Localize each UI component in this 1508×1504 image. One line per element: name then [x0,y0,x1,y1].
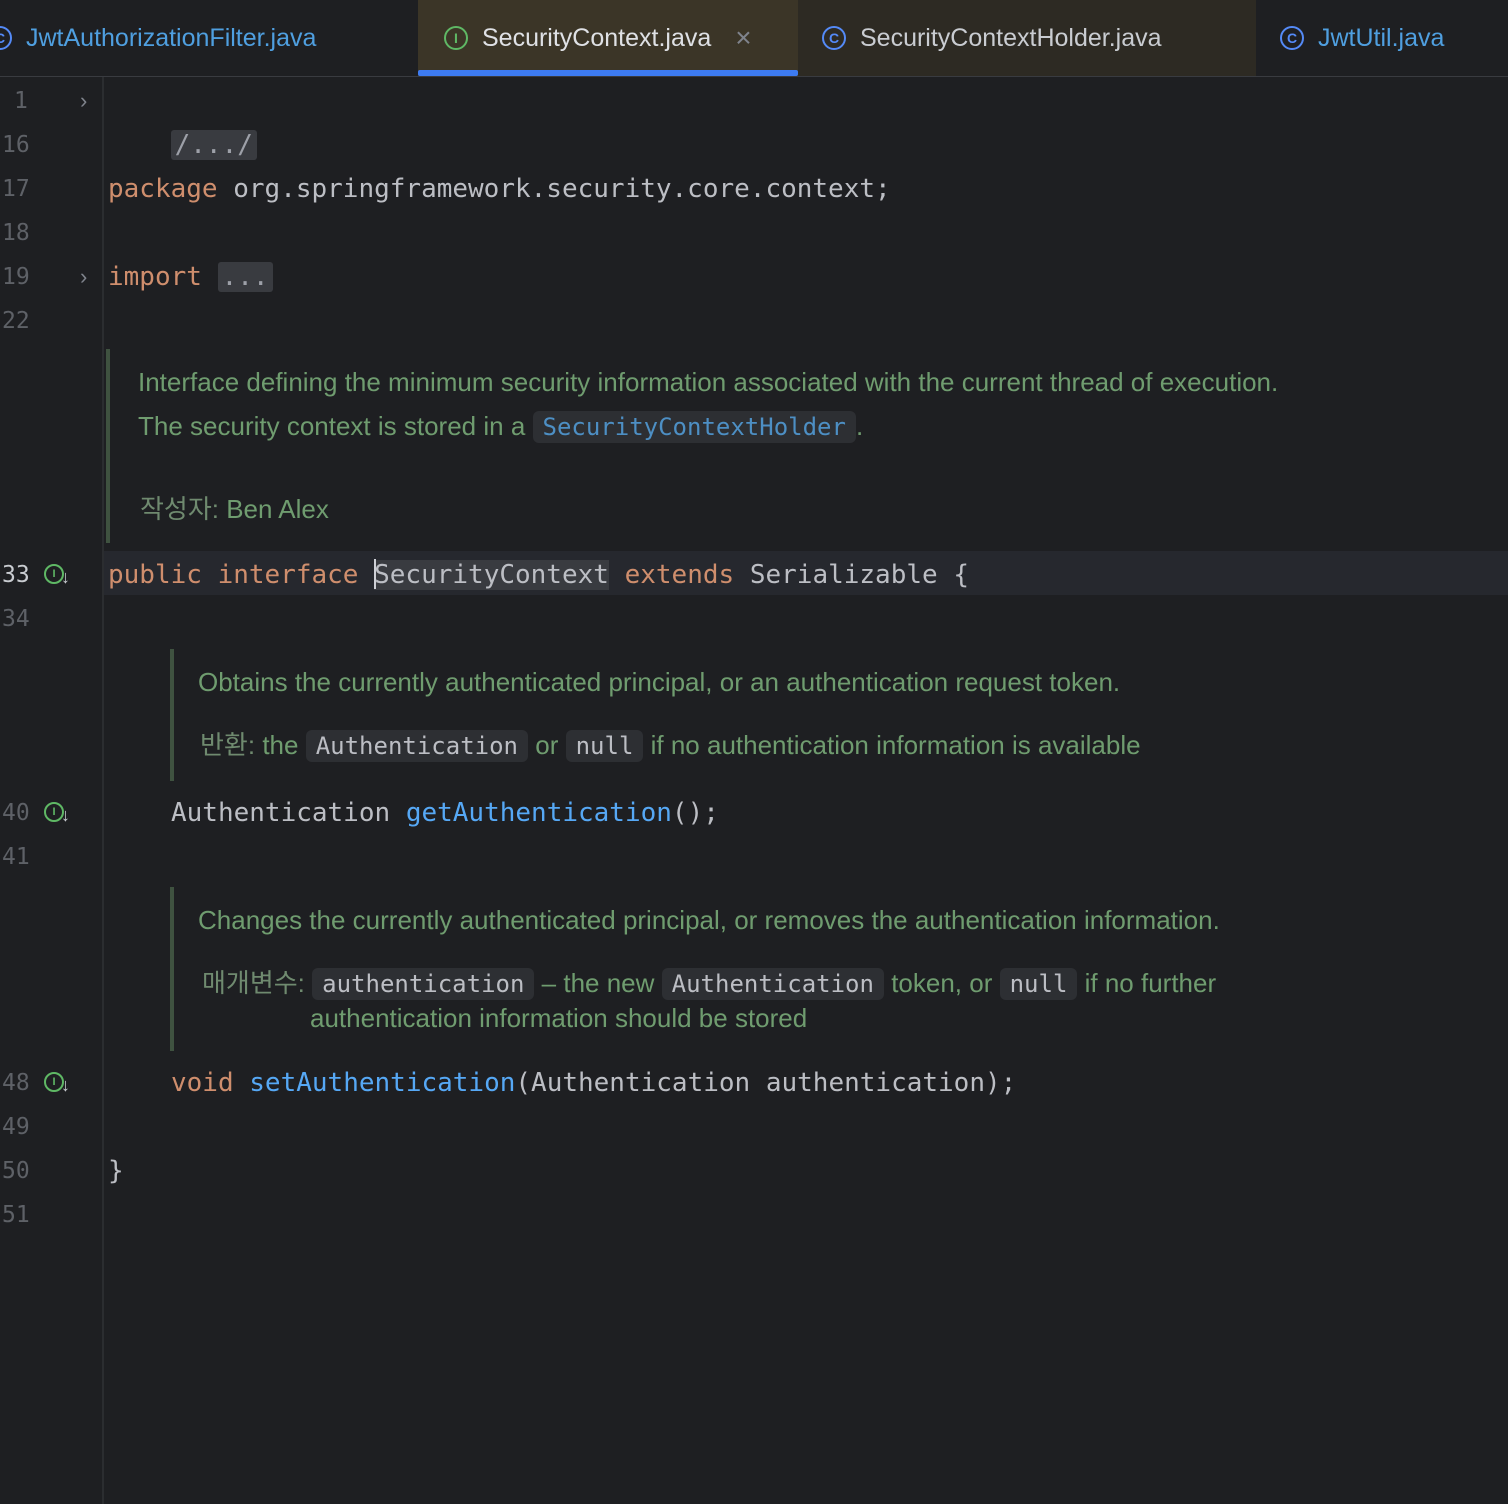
line-number: 17 [2,176,30,202]
line-number: 48 [2,1070,30,1096]
close-tab-icon[interactable]: × [735,24,751,52]
code-line-interface-declaration: public interface SecurityContext extends… [108,553,969,597]
line-number: 16 [2,132,30,158]
class-icon: C [0,26,12,50]
fold-chevron-icon[interactable]: › [80,255,98,299]
implemented-by-icon[interactable]: I ↓ [44,1061,76,1105]
tab-security-context[interactable]: I SecurityContext.java × [418,0,798,76]
class-icon: C [1280,26,1304,50]
doc-tag: 작성자: [140,494,219,524]
doc-text: if no authentication information is avai… [650,730,1141,760]
folded-header[interactable]: /.../ [170,130,257,160]
tab-label: JwtUtil.java [1318,23,1445,52]
tab-security-context-holder[interactable]: C SecurityContextHolder.java [798,0,1256,76]
code-line-closing-brace: } [108,1149,124,1193]
parameter-list: (Authentication authentication); [515,1068,1017,1098]
keyword: import [108,262,202,292]
fold-chevron-icon[interactable]: › [80,79,98,123]
doc-code-chip: Authentication [661,968,884,1000]
closing-brace: } [108,1156,124,1186]
code-editor[interactable]: 1 16 17 18 19 22 33 34 40 41 48 49 50 51… [0,77,1508,1504]
doc-author: 작성자: Ben Alex [140,489,329,526]
code-line-package: package org.springframework.security.cor… [108,167,891,211]
type-name: SecurityContext [374,560,609,590]
doc-text: The security context is stored in a Secu… [138,411,864,443]
gutter-divider [102,77,104,1504]
doc-code-chip: null [999,968,1078,1000]
line-number: 49 [2,1114,30,1140]
code-line-1: /.../ [108,79,257,160]
return-type: Authentication [171,798,406,828]
doc-text: the [262,730,299,760]
class-doc-comment: Interface defining the minimum security … [106,349,1496,543]
keyword: interface [217,560,359,590]
doc-text: token, or [891,968,993,998]
method-name: setAuthentication [249,1068,516,1098]
doc-text-suffix: . [855,411,864,441]
set-authentication-doc: Changes the currently authenticated prin… [170,887,1490,1051]
line-number: 40 [2,800,30,826]
super-type: Serializable { [749,560,969,590]
doc-tag: 반환: [200,730,256,760]
line-number: 18 [2,220,30,246]
implemented-by-icon[interactable]: I ↓ [44,791,76,835]
line-number: 41 [2,844,30,870]
doc-code-chip: authentication [312,968,535,1000]
folded-imports[interactable]: ... [217,262,273,292]
tab-jwt-util[interactable]: C JwtUtil.java [1256,0,1508,76]
doc-code-chip: Authentication [305,730,528,762]
doc-author-name: Ben Alex [226,494,329,524]
line-number: 1 [14,88,28,114]
doc-text: or [535,730,559,760]
line-number: 22 [2,308,30,334]
text-caret [374,558,377,589]
code-line-get-authentication: Authentication getAuthentication(); [171,791,719,835]
line-number-current: 33 [2,562,30,588]
code-line-import: import ... [108,255,273,299]
tab-label: SecurityContext.java [482,23,712,52]
arrow-down-icon: ↓ [61,805,70,825]
code-line-set-authentication: void setAuthentication(Authentication au… [171,1061,1016,1105]
doc-text: if no further [1084,968,1217,998]
doc-return: 반환: the Authentication or null if no aut… [200,725,1141,762]
implemented-by-icon[interactable]: I ↓ [44,553,76,597]
keyword: void [171,1068,234,1098]
keyword: package [108,174,218,204]
arrow-down-icon: ↓ [61,1075,70,1095]
get-authentication-doc: Obtains the currently authenticated prin… [170,649,1490,781]
line-number: 19 [2,264,30,290]
keyword: extends [624,560,735,590]
doc-link-security-context-holder[interactable]: SecurityContextHolder [532,411,856,443]
line-number: 50 [2,1158,30,1184]
doc-text: Interface defining the minimum security … [138,367,1279,397]
doc-code-chip: null [565,730,644,762]
doc-text: Changes the currently authenticated prin… [198,905,1220,935]
tab-jwt-authorization-filter[interactable]: C JwtAuthorizationFilter.java [0,0,418,76]
keyword: public [108,560,202,590]
doc-text-prefix: The security context is stored in a [138,411,533,441]
tab-label: JwtAuthorizationFilter.java [26,23,317,52]
package-name: org.springframework.security.core.contex… [217,174,891,204]
doc-param: 매개변수: authentication – the new Authentic… [202,963,1216,1000]
arrow-down-icon: ↓ [61,567,70,587]
tab-label: SecurityContextHolder.java [860,23,1162,52]
doc-text: Obtains the currently authenticated prin… [198,667,1121,697]
method-name: getAuthentication [405,798,672,828]
line-number: 51 [2,1202,30,1228]
doc-tag: 매개변수: [202,968,305,998]
doc-text: – the new [541,968,655,998]
editor-tab-bar: C JwtAuthorizationFilter.java I Security… [0,0,1508,77]
line-number: 34 [2,606,30,632]
doc-text: authentication information should be sto… [310,1003,808,1033]
class-icon: C [822,26,846,50]
interface-icon: I [444,26,468,50]
code-punctuation: (); [671,798,719,828]
